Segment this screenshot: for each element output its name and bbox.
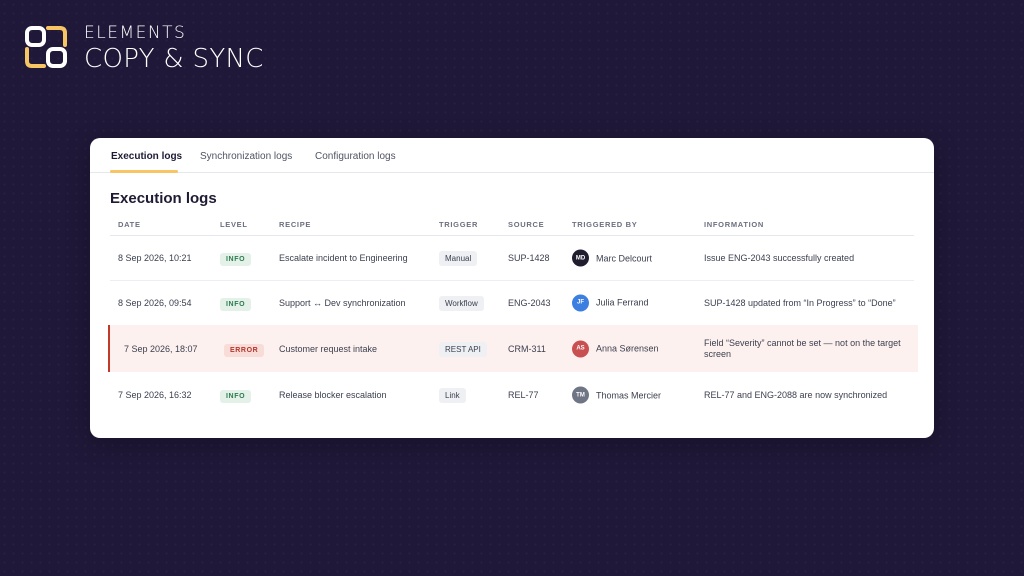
tab-execution-logs[interactable]: Execution logs	[111, 151, 182, 162]
brand-name-top: ELEMENTS	[84, 23, 187, 43]
level-badge: INFO	[220, 390, 252, 403]
avatar: MD	[572, 249, 589, 267]
row-date: 8 Sep 2026, 09:54	[118, 297, 192, 308]
recipe-link[interactable]: Support ↔ Dev synchronization	[279, 298, 406, 308]
recipe-link[interactable]: Release blocker escalation	[279, 390, 387, 400]
table-row[interactable]: 8 Sep 2026, 09:54 INFO Support ↔ Dev syn…	[108, 281, 916, 324]
user-name: Julia Ferrand	[596, 297, 649, 308]
source-link[interactable]: ENG-2043	[508, 298, 551, 308]
column-header-source[interactable]: SOURCE	[508, 220, 544, 229]
trigger-chip: Link	[439, 388, 466, 403]
table-row[interactable]: 7 Sep 2026, 16:32 INFO Release blocker e…	[108, 373, 916, 417]
column-header-trigger[interactable]: TRIGGER	[439, 220, 478, 229]
row-information: SUP-1428 updated from “In Progress” to “…	[704, 297, 896, 308]
recipe-link[interactable]: Escalate incident to Engineering	[279, 253, 408, 263]
tab-synchronization-logs[interactable]: Synchronization logs	[200, 151, 292, 162]
triggered-by-user: JF Julia Ferrand	[572, 294, 649, 311]
active-tab-indicator	[110, 170, 178, 173]
user-name: Marc Delcourt	[596, 253, 653, 263]
column-header-information[interactable]: INFORMATION	[704, 220, 764, 229]
row-error-information: Field “Severity” cannot be set — not on …	[704, 337, 901, 359]
column-header-date[interactable]: DATE	[118, 220, 141, 229]
row-date: 8 Sep 2026, 10:21	[118, 253, 192, 263]
column-header-recipe[interactable]: RECIPE	[279, 220, 311, 229]
avatar: TM	[572, 386, 589, 404]
brand: ELEMENTS COPY & SYNC	[24, 24, 264, 74]
user-name: Thomas Mercier	[596, 390, 662, 400]
triggered-by-user: AS Anna Sørensen	[572, 340, 659, 357]
row-date: 7 Sep 2026, 18:07	[124, 343, 198, 354]
avatar: JF	[572, 294, 589, 311]
recipe-link[interactable]: Customer request intake	[279, 344, 377, 354]
table-row-error[interactable]: 7 Sep 2026, 18:07 ERROR Customer request…	[108, 325, 918, 372]
page-title: Execution logs	[110, 190, 217, 207]
level-badge: INFO	[220, 253, 252, 266]
table-row[interactable]: 8 Sep 2026, 10:21 INFO Escalate incident…	[108, 236, 916, 280]
level-badge: INFO	[220, 297, 252, 311]
source-link[interactable]: REL-77	[508, 390, 539, 400]
row-date: 7 Sep 2026, 16:32	[118, 390, 192, 400]
triggered-by-user: MD Marc Delcourt	[572, 249, 653, 267]
user-name: Anna Sørensen	[596, 343, 659, 354]
source-link[interactable]: CRM-311	[508, 344, 546, 354]
logs-card: Execution logs Synchronization logs Conf…	[90, 138, 934, 438]
copy-sync-logo-icon	[25, 26, 67, 68]
brand-name-bottom: COPY & SYNC	[84, 44, 264, 74]
trigger-chip: REST API	[439, 341, 487, 357]
trigger-chip: Workflow	[439, 295, 484, 311]
trigger-chip: Manual	[439, 251, 478, 266]
level-badge: ERROR	[224, 343, 265, 357]
source-link[interactable]: SUP-1428	[508, 253, 550, 263]
column-header-level[interactable]: LEVEL	[220, 220, 248, 229]
triggered-by-user: TM Thomas Mercier	[572, 386, 662, 404]
avatar: AS	[572, 340, 589, 357]
row-information: Issue ENG-2043 successfully created	[704, 253, 855, 263]
tab-bar: Execution logs Synchronization logs Conf…	[90, 138, 934, 173]
tab-configuration-logs[interactable]: Configuration logs	[315, 151, 396, 162]
row-information: REL-77 and ENG-2088 are now synchronized	[704, 390, 888, 400]
column-header-triggered-by[interactable]: TRIGGERED BY	[572, 220, 638, 229]
